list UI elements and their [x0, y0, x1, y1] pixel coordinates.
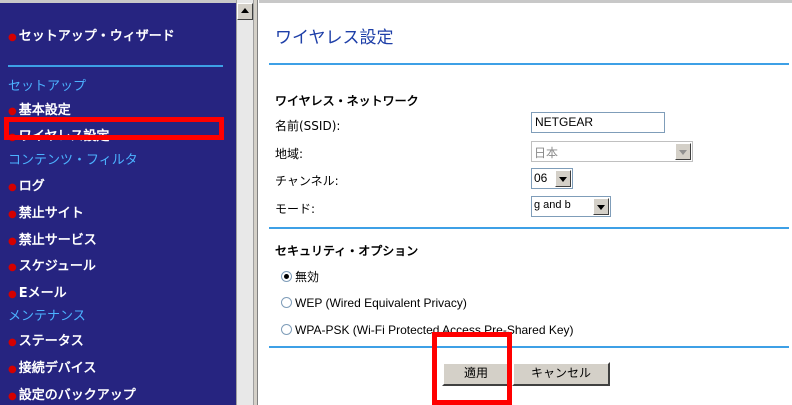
sidebar-divider	[8, 65, 223, 67]
region-label: 地域:	[275, 147, 304, 161]
mode-select[interactable]: g and b	[531, 196, 611, 217]
channel-select[interactable]: 06	[531, 168, 573, 189]
divider	[269, 227, 789, 229]
sidebar-item-email[interactable]: ● Eメール	[8, 282, 67, 301]
security-option-wep[interactable]: WEP (Wired Equivalent Privacy)	[281, 296, 467, 310]
page-title: ワイヤレス設定	[275, 28, 394, 48]
cancel-button[interactable]: キャンセル	[512, 362, 610, 386]
bullet-icon: ●	[8, 262, 17, 273]
wireless-network-heading: ワイヤレス・ネットワーク	[275, 94, 419, 108]
sidebar-item-setup-wizard[interactable]: ● セットアップ・ウィザード	[8, 25, 175, 44]
scroll-up-arrow-icon[interactable]	[237, 3, 253, 20]
chevron-down-icon[interactable]	[593, 198, 609, 215]
radio-unchecked-icon[interactable]	[281, 324, 292, 335]
sidebar-section-maintenance: メンテナンス	[8, 309, 86, 324]
divider	[269, 346, 789, 348]
region-select: 日本	[531, 141, 693, 162]
ssid-label: 名前(SSID):	[275, 119, 341, 133]
sidebar-item-attached-devices[interactable]: ● 接続デバイス	[8, 357, 96, 376]
bullet-icon: ●	[8, 209, 17, 220]
divider	[269, 63, 789, 65]
bullet-icon: ●	[8, 337, 17, 348]
bullet-icon: ●	[8, 289, 17, 300]
sidebar-section-setup: セットアップ	[8, 79, 87, 94]
radio-checked-icon[interactable]	[281, 271, 292, 282]
radio-unchecked-icon[interactable]	[281, 297, 292, 308]
sidebar-scrollbar[interactable]	[236, 0, 254, 405]
sidebar-nav: ● セットアップ・ウィザード セットアップ ● 基本設定 ● ワイヤレス設定 コンテン…	[0, 0, 236, 405]
chevron-down-icon	[675, 143, 691, 160]
bullet-icon: ●	[8, 364, 17, 375]
sidebar-item-blocked-services[interactable]: ● 禁止サービス	[8, 229, 97, 248]
sidebar-item-blocked-sites[interactable]: ● 禁止サイト	[8, 202, 84, 221]
apply-button-highlight-box	[432, 332, 512, 405]
wireless-settings-highlight-box	[4, 117, 224, 140]
mode-label: モード:	[275, 202, 316, 216]
ssid-input[interactable]: NETGEAR	[531, 112, 665, 133]
bullet-icon: ●	[8, 106, 17, 117]
bullet-icon: ●	[8, 32, 17, 43]
sidebar-item-basic-settings[interactable]: ● 基本設定	[8, 99, 71, 118]
chevron-down-icon[interactable]	[555, 170, 571, 187]
security-options-heading: セキュリティ・オプション	[275, 244, 419, 258]
bullet-icon: ●	[8, 236, 17, 247]
frame-separator	[254, 0, 258, 405]
sidebar-item-backup-settings[interactable]: ● 設定のバックアップ	[8, 384, 136, 403]
sidebar-item-status[interactable]: ● ステータス	[8, 330, 84, 349]
security-option-disabled[interactable]: 無効	[281, 268, 319, 285]
bullet-icon: ●	[8, 391, 17, 402]
sidebar-item-logs[interactable]: ● ログ	[8, 175, 45, 194]
sidebar-section-content-filter: コンテンツ・フィルタ	[8, 153, 138, 168]
security-option-wpa-psk[interactable]: WPA-PSK (Wi-Fi Protected Access Pre-Shar…	[281, 323, 574, 337]
channel-label: チャンネル:	[275, 174, 339, 188]
sidebar-item-schedule[interactable]: ● スケジュール	[8, 255, 96, 274]
main-content: ワイヤレス設定 ワイヤレス・ネットワーク 名前(SSID): NETGEAR 地…	[259, 0, 792, 405]
bullet-icon: ●	[8, 182, 17, 193]
